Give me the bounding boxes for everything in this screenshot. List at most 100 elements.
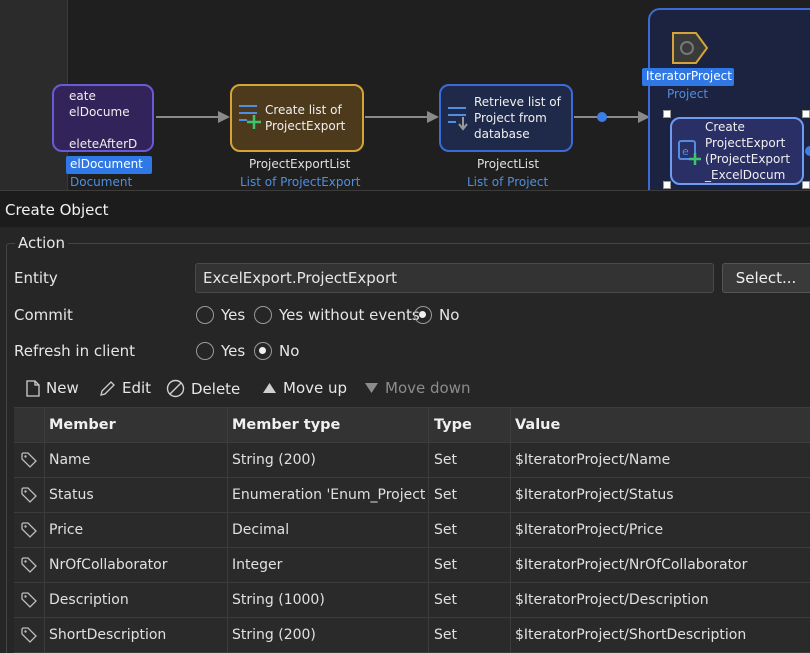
commit-yes-radio[interactable]: Yes xyxy=(196,306,245,324)
edit-button[interactable]: Edit xyxy=(99,379,151,397)
create-list-activity[interactable]: Create list of ProjectExport xyxy=(230,84,364,152)
radio-checked-icon xyxy=(254,342,272,360)
table-row[interactable]: Price Decimal Set $IteratorProject/Price xyxy=(14,513,810,548)
delete-button[interactable]: Delete xyxy=(166,379,240,398)
commit-no-radio[interactable]: No xyxy=(414,306,459,324)
member-grid[interactable]: Member Member type Type Value Name String… xyxy=(14,407,810,653)
refresh-label: Refresh in client xyxy=(14,342,136,360)
microflow-canvas[interactable]: eate elDocume eleteAfterD elDocument Doc… xyxy=(0,0,810,190)
excel-document-var-badge[interactable]: elDocument xyxy=(66,156,152,174)
selection-handle[interactable] xyxy=(663,110,671,118)
move-up-label: Move up xyxy=(283,379,348,397)
entity-field[interactable]: ExcelExport.ProjectExport xyxy=(195,263,714,293)
triangle-down-icon xyxy=(365,383,378,393)
table-row[interactable]: Description String (1000) Set $IteratorProj… xyxy=(14,583,810,618)
grid-divider xyxy=(227,513,228,548)
create-object-icon: e xyxy=(678,140,701,165)
iterator-badge[interactable]: IteratorProject xyxy=(642,68,734,86)
select-entity-button[interactable]: Select... xyxy=(722,263,810,293)
radio-label: No xyxy=(279,342,300,360)
variable-name: elDocument xyxy=(70,157,143,171)
radio-label: Yes xyxy=(221,306,246,324)
table-row[interactable]: NrOfCollaborator Integer Set $IteratorProje… xyxy=(14,548,810,583)
column-header-member-type[interactable]: Member type xyxy=(232,408,427,443)
group-title: Action xyxy=(15,234,68,252)
create-excel-document-activity[interactable]: eate elDocume eleteAfterD xyxy=(52,84,154,152)
grid-divider xyxy=(428,583,429,618)
type-cell: Set xyxy=(434,592,457,608)
tag-icon xyxy=(21,627,37,643)
flow-line xyxy=(156,116,220,118)
new-label: New xyxy=(46,379,79,397)
grid-divider xyxy=(510,408,511,443)
radio-circle-icon xyxy=(196,306,214,324)
arrow-head-icon xyxy=(427,111,439,123)
retrieve-activity[interactable]: Retrieve list of Project from database xyxy=(439,84,573,152)
tag-icon xyxy=(21,487,37,503)
connection-dot-icon xyxy=(597,112,607,122)
commit-label: Commit xyxy=(14,306,73,324)
selection-handle[interactable] xyxy=(802,110,810,118)
member-type-cell: String (200) xyxy=(232,627,316,643)
grid-header-row: Member Member type Type Value xyxy=(14,408,810,443)
member-type-cell: Decimal xyxy=(232,522,290,538)
member-cell: NrOfCollaborator xyxy=(49,557,168,573)
member-cell: Status xyxy=(49,487,94,503)
pencil-icon xyxy=(100,380,115,396)
arrow-head-icon xyxy=(218,111,230,123)
column-header-member[interactable]: Member xyxy=(49,408,224,443)
create-object-activity[interactable]: e Create ProjectExport (ProjectExport _E… xyxy=(670,117,804,185)
dialog-title: Create Object xyxy=(0,191,810,227)
grid-divider xyxy=(44,548,45,583)
value-cell: $IteratorProject/ShortDescription xyxy=(515,627,747,643)
radio-circle-icon xyxy=(254,306,272,324)
type-cell: Set xyxy=(434,627,457,643)
grid-divider xyxy=(44,478,45,513)
grid-divider xyxy=(44,408,45,443)
commit-yes-without-events-radio[interactable]: Yes without events xyxy=(254,306,420,324)
value-cell: $IteratorProject/Name xyxy=(515,452,671,468)
grid-divider xyxy=(44,583,45,618)
member-cell: Description xyxy=(49,592,129,608)
radio-label: No xyxy=(439,306,460,324)
selection-handle[interactable] xyxy=(802,181,810,189)
radio-label: Yes xyxy=(221,342,246,360)
variable-name: ProjectList xyxy=(477,157,540,171)
tag-icon xyxy=(21,452,37,468)
grid-divider xyxy=(510,548,511,583)
type-cell: Set xyxy=(434,557,457,573)
selection-handle[interactable] xyxy=(663,181,671,189)
member-cell: Name xyxy=(49,452,91,468)
grid-divider xyxy=(227,408,228,443)
grid-divider xyxy=(227,618,228,653)
triangle-up-icon xyxy=(263,383,276,393)
member-type-cell: Enumeration 'Enum_Project_S... xyxy=(232,487,425,503)
column-header-value[interactable]: Value xyxy=(515,408,805,443)
grid-divider xyxy=(428,513,429,548)
tag-icon xyxy=(21,592,37,608)
refresh-no-radio[interactable]: No xyxy=(254,342,299,360)
move-up-button[interactable]: Move up xyxy=(262,379,347,397)
value-cell: $IteratorProject/NrOfCollaborator xyxy=(515,557,748,573)
variable-type: List of Project xyxy=(467,175,549,189)
activity-label: eate elDocume eleteAfterD xyxy=(69,89,138,151)
column-header-type[interactable]: Type xyxy=(434,408,509,443)
refresh-yes-radio[interactable]: Yes xyxy=(196,342,245,360)
activity-label: Create list of ProjectExport xyxy=(265,103,346,133)
table-row[interactable]: Status Enumeration 'Enum_Project_S... Set $… xyxy=(14,478,810,513)
table-row[interactable]: Name String (200) Set $IteratorProject/Name xyxy=(14,443,810,478)
new-button[interactable]: New xyxy=(26,379,79,397)
variable-type: Document xyxy=(70,175,133,189)
value-cell: $IteratorProject/Price xyxy=(515,522,664,538)
value-cell: $IteratorProject/Description xyxy=(515,592,709,608)
grid-divider xyxy=(510,443,511,478)
move-down-button[interactable]: Move down xyxy=(364,379,470,397)
grid-divider xyxy=(510,513,511,548)
type-cell: Set xyxy=(434,452,457,468)
grid-divider xyxy=(227,583,228,618)
table-row[interactable]: ShortDescription String (200) Set $Iterator… xyxy=(14,618,810,653)
radio-label: Yes without events xyxy=(279,306,420,324)
member-type-cell: String (200) xyxy=(232,452,316,468)
iterator-name: IteratorProject xyxy=(646,69,732,83)
flow-line xyxy=(365,116,429,118)
